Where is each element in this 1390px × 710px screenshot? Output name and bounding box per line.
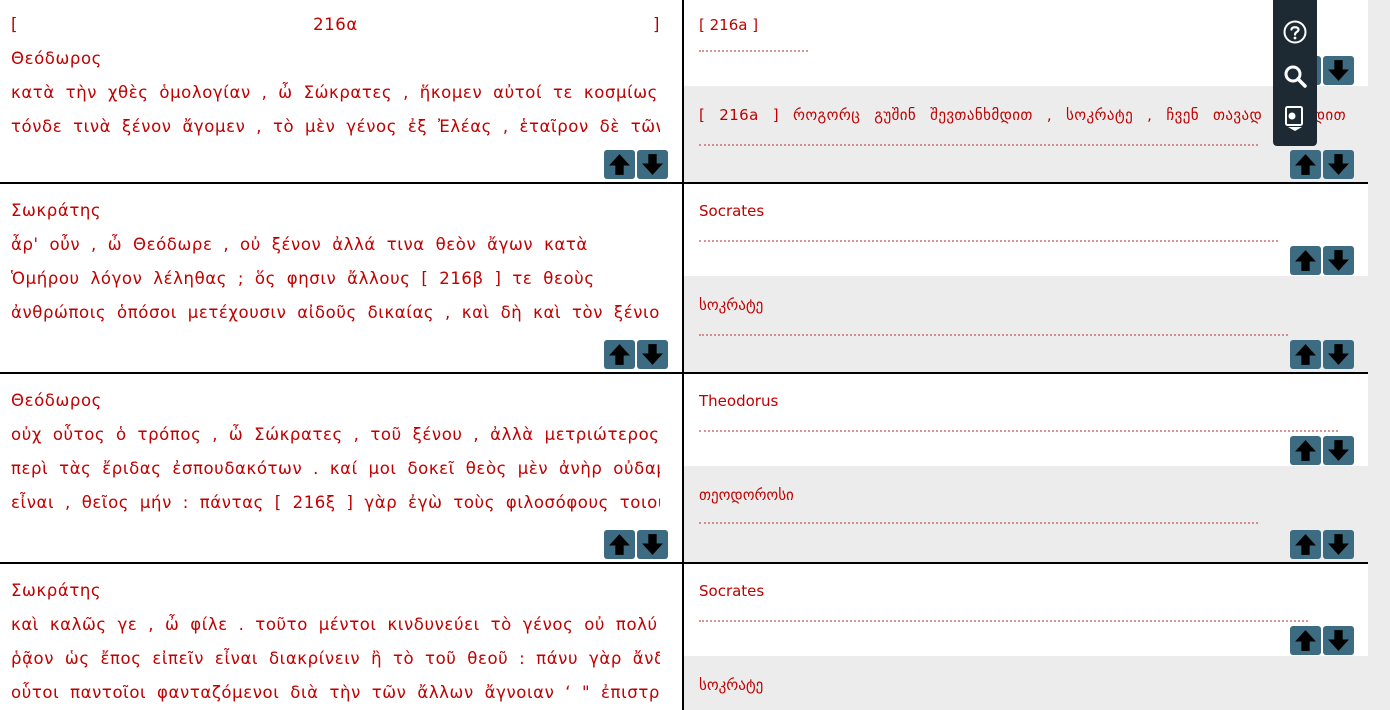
- speaker-name: თეოდოროსი: [699, 486, 794, 504]
- search-icon: [1284, 65, 1307, 88]
- move-down-button[interactable]: [1323, 530, 1354, 559]
- collapsed-text: [699, 620, 1308, 626]
- arrow-up-icon: [1295, 440, 1316, 461]
- section-marker: [ 216a ]: [699, 16, 759, 34]
- arrow-down-icon: [642, 344, 663, 365]
- dialogue-line: Ὁμήρου λόγον λέληθας ; ὅς φησιν ἄλλους […: [11, 269, 598, 288]
- arrow-down-icon: [1328, 250, 1349, 271]
- move-up-button[interactable]: [1290, 340, 1321, 369]
- translation-row: [ 216a ]: [684, 0, 1368, 86]
- translation-row: სოკრატე: [684, 276, 1368, 374]
- collapsed-text: [699, 334, 1288, 340]
- search-button[interactable]: [1281, 62, 1309, 90]
- collapsed-text: [699, 522, 1258, 528]
- dialogue-row: Σωκράτης ἆρ' οὖν , ὦ Θεόδωρε , οὐ ξένον …: [0, 184, 682, 374]
- arrow-down-icon: [1328, 344, 1349, 365]
- arrow-down-icon: [1328, 534, 1349, 555]
- help-button[interactable]: [1281, 18, 1309, 46]
- arrow-down-icon: [1328, 154, 1349, 175]
- dialogue-row: [ 216α ] Θεόδωρος κατὰ τὴν χθὲς ὁμολογία…: [0, 0, 682, 184]
- dialogue-line: καὶ καλῶς γε , ὦ φίλε . τοῦτο μέντοι κιν…: [11, 615, 660, 634]
- dialogue-line: ἀνθρώποις ὁπόσοι μετέχουσιν αἰδοῦς δικαί…: [11, 303, 660, 322]
- arrow-up-icon: [1295, 534, 1316, 555]
- arrow-down-icon: [1328, 60, 1349, 81]
- move-down-button[interactable]: [1323, 436, 1354, 465]
- collapsed-text: [699, 240, 1278, 246]
- dialogue-row: Σωκράτης καὶ καλῶς γε , ὦ φίλε . τοῦτο μ…: [0, 564, 682, 710]
- arrow-up-icon: [609, 154, 630, 175]
- speaker-name: Σωκράτης: [11, 201, 102, 220]
- dialogue-line: περὶ τὰς ἔριδας ἐσπουδακότων . καί μοι δ…: [11, 459, 660, 478]
- arrow-up-icon: [1295, 250, 1316, 271]
- help-icon: [1283, 20, 1307, 44]
- dialogue-line: ἆρ' οὖν , ὦ Θεόδωρε , οὐ ξένον ἀλλά τινα…: [11, 235, 598, 254]
- move-up-button[interactable]: [1290, 436, 1321, 465]
- translation-column: [ 216a ] [ 216a ] როგორც გუშინ შევთანხმდ…: [684, 0, 1368, 710]
- arrow-down-icon: [1328, 440, 1349, 461]
- arrow-up-icon: [609, 344, 630, 365]
- arrow-up-icon: [1295, 344, 1316, 365]
- dialogue-line: εἶναι , θεῖος μήν : πάντας [ 216ξ ] γὰρ …: [11, 493, 660, 512]
- speaker-name: Θεόδωρος: [11, 391, 102, 410]
- dialogue-line: κατὰ τὴν χθὲς ὁμολογίαν , ὦ Σώκρατες , ἥ…: [11, 83, 660, 102]
- original-text-column: [ 216α ] Θεόδωρος κατὰ τὴν χθὲς ὁμολογία…: [0, 0, 682, 710]
- arrow-down-icon: [642, 154, 663, 175]
- section-marker: [ 216α ]: [11, 15, 660, 34]
- translation-row: [ 216a ] როგორც გუშინ შევთანხმდით , სოკრ…: [684, 86, 1368, 184]
- scrollbar-track[interactable]: [1368, 0, 1390, 710]
- move-down-button[interactable]: [1323, 150, 1354, 179]
- collapsed-text: [699, 430, 1338, 436]
- speaker-name: Θεόδωρος: [11, 49, 102, 68]
- speaker-name: Socrates: [699, 582, 765, 600]
- dialogue-line: οὗτοι παντοῖοι φανταζόμενοι διὰ τὴν τῶν …: [11, 683, 660, 702]
- move-up-button[interactable]: [1290, 626, 1321, 655]
- translation-row: Socrates: [684, 564, 1368, 656]
- move-down-button[interactable]: [1323, 626, 1354, 655]
- speaker-name: სოკრატე: [699, 676, 764, 694]
- book-menu-button[interactable]: [1281, 104, 1309, 132]
- translation-line: [ 216a ] როგორც გუშინ შევთანხმდით , სოკრ…: [699, 106, 1346, 124]
- move-up-button[interactable]: [1290, 150, 1321, 179]
- dialogue-line: τόνδε τινὰ ξένον ἄγομεν , τὸ μὲν γένος ἐ…: [11, 117, 660, 136]
- dialogue-line: ῥᾷον ὡς ἔπος εἰπεῖν εἶναι διακρίνειν ἢ τ…: [11, 649, 660, 668]
- speaker-name: Theodorus: [699, 392, 779, 410]
- dialogue-line: οὐχ οὗτος ὁ τρόπος , ὦ Σώκρατες , τοῦ ξέ…: [11, 425, 660, 444]
- book-icon: [1285, 106, 1303, 131]
- speaker-name: სოკრატე: [699, 296, 764, 314]
- move-down-button[interactable]: [1323, 340, 1354, 369]
- translation-row: სოკრატე: [684, 656, 1368, 710]
- arrow-down-icon: [642, 534, 663, 555]
- move-up-button[interactable]: [1290, 246, 1321, 275]
- move-up-button[interactable]: [604, 340, 635, 369]
- arrow-up-icon: [1295, 154, 1316, 175]
- move-up-button[interactable]: [604, 150, 635, 179]
- move-up-button[interactable]: [604, 530, 635, 559]
- collapsed-text: [699, 144, 1258, 150]
- translation-row: Socrates: [684, 184, 1368, 276]
- move-down-button[interactable]: [637, 340, 668, 369]
- move-down-button[interactable]: [1323, 246, 1354, 275]
- translation-row: თეოდოროსი: [684, 466, 1368, 564]
- speaker-name: Σωκράτης: [11, 581, 102, 600]
- floating-toolbar: [1273, 0, 1317, 146]
- arrow-down-icon: [1328, 630, 1349, 651]
- arrow-up-icon: [609, 534, 630, 555]
- collapsed-text: [699, 50, 808, 56]
- move-down-button[interactable]: [637, 150, 668, 179]
- move-down-button[interactable]: [637, 530, 668, 559]
- move-up-button[interactable]: [1290, 530, 1321, 559]
- speaker-name: Socrates: [699, 202, 765, 220]
- translation-row: Theodorus: [684, 374, 1368, 466]
- dialogue-row: Θεόδωρος οὐχ οὗτος ὁ τρόπος , ὦ Σώκρατες…: [0, 374, 682, 564]
- arrow-up-icon: [1295, 630, 1316, 651]
- move-down-button[interactable]: [1323, 56, 1354, 85]
